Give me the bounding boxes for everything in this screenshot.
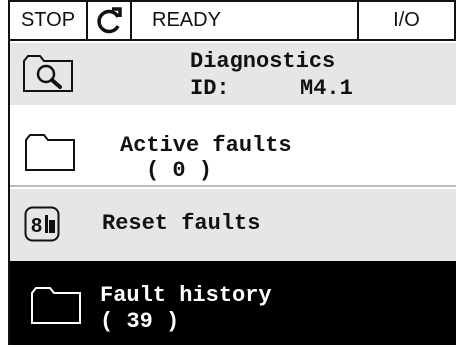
menu-item-count: ( 0 )	[146, 158, 213, 183]
menu-item-label: Reset faults	[102, 211, 261, 236]
menu-id-value: M4.1	[300, 76, 353, 101]
keypad-display: STOP READY I/O Diagnostics ID: M4.1 Acti…	[8, 0, 456, 345]
menu-item-active-faults[interactable]: Active faults ( 0 )	[10, 105, 456, 187]
folder-icon	[24, 132, 76, 177]
menu-item-count: ( 39 )	[100, 309, 180, 334]
menu-item-reset-faults[interactable]: 8 Reset faults	[10, 189, 456, 261]
menu-header: Diagnostics ID: M4.1	[10, 43, 456, 105]
svg-text:8: 8	[31, 215, 42, 237]
menu-item-label: Active faults	[120, 133, 292, 158]
page-title: Diagnostics	[190, 49, 336, 74]
rotation-arrow-icon	[88, 2, 132, 39]
status-bar: STOP READY I/O	[10, 0, 456, 41]
stop-status: STOP	[10, 2, 88, 39]
magnifier-icon	[22, 53, 74, 98]
control-place: I/O	[393, 9, 420, 31]
reset-parameters-icon: 8	[24, 206, 60, 247]
menu-item-fault-history[interactable]: Fault history ( 39 )	[10, 261, 456, 345]
menu-item-label: Fault history	[100, 283, 272, 308]
drive-state: READY	[132, 2, 359, 39]
menu-id-label: ID:	[190, 76, 230, 101]
folder-icon	[30, 285, 82, 330]
